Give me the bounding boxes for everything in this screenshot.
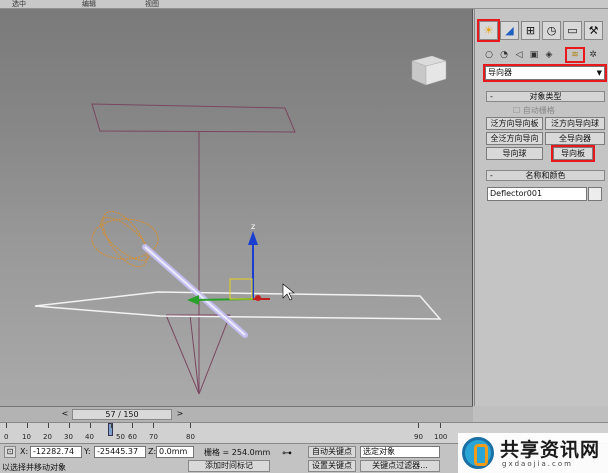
lights-icon[interactable]: ◁ (513, 49, 525, 61)
cameras-icon[interactable]: ▣ (528, 49, 540, 61)
watermark: 共享资讯网 gxdaojia.com (458, 433, 608, 473)
motion-tab-icon[interactable]: ◷ (542, 21, 561, 40)
systems-icon[interactable]: ✲ (587, 49, 599, 61)
category-dropdown-value: 导向器 (488, 68, 512, 77)
space-warps-icon[interactable]: ≋ (565, 47, 585, 63)
ruler-tick: 100 (434, 433, 448, 441)
deflector-plane (34, 291, 442, 320)
create-tab-icon[interactable]: ☀ (477, 19, 500, 42)
planar-omniflector-button[interactable]: 泛方向导向板 (486, 117, 543, 130)
menu-item[interactable]: 选中 (12, 0, 26, 9)
x-label: X: (20, 447, 29, 456)
ruler-tick: 50 (116, 433, 125, 441)
menu-item[interactable]: 视图 (145, 0, 159, 9)
set-key-button[interactable]: 设置关键点 (308, 460, 356, 472)
y-label: Y: (84, 447, 91, 456)
svg-text:z: z (251, 222, 255, 231)
spherical-omniflector-button[interactable]: 泛方向导向球 (545, 117, 605, 130)
x-coordinate-field[interactable]: -12282.74 (30, 446, 82, 458)
uomniflector-button[interactable]: 全泛方向导向 (486, 132, 543, 145)
prev-frame-button[interactable]: < (60, 409, 70, 420)
ruler-tick: 70 (149, 433, 158, 441)
top-menu-strip: 选中 编辑 视图 (0, 0, 608, 9)
next-frame-button[interactable]: > (175, 409, 185, 420)
menu-item[interactable]: 编辑 (82, 0, 96, 9)
collapse-icon: - (490, 92, 493, 101)
rollout-title: 名称和颜色 (525, 171, 566, 180)
gizmo-z-arrow (248, 231, 258, 245)
time-slider[interactable]: 57 / 150 (72, 409, 172, 420)
object-color-swatch[interactable] (588, 187, 602, 201)
ruler-tick: 90 (414, 433, 423, 441)
z-label: Z: (148, 447, 157, 456)
collapse-icon: - (490, 171, 493, 180)
object-category-icons: ○ ◔ ◁ ▣ ◈ ≋ ✲ (483, 47, 607, 63)
rollout-title: 对象类型 (529, 92, 562, 101)
modify-tab-icon[interactable]: ◢ (500, 21, 519, 40)
utilities-tab-icon[interactable]: ⚒ (584, 21, 603, 40)
geometry-icon[interactable]: ○ (483, 49, 495, 61)
name-color-header[interactable]: - 名称和颜色 (486, 170, 605, 181)
name-color-rollout: - 名称和颜色 (486, 170, 605, 181)
emitter-plane (91, 103, 296, 133)
selected-set-dropdown[interactable]: 选定对象 (360, 446, 440, 458)
object-type-header[interactable]: - 对象类型 (486, 91, 605, 102)
gizmo-plane-handle (229, 278, 253, 300)
scene-canvas: z (34, 55, 447, 395)
object-name-field[interactable]: Deflector001 (487, 187, 587, 201)
ruler-tick: 30 (64, 433, 73, 441)
watermark-logo-icon (462, 437, 494, 469)
autogrid-checkbox[interactable]: ☐ 自动栅格 (513, 105, 555, 116)
command-panel-tabs: ☀ ◢ ⊞ ◷ ▭ ⚒ (477, 19, 608, 43)
key-icon[interactable]: ⊶ (282, 448, 292, 459)
watermark-title: 共享资讯网 (500, 439, 601, 461)
gizmo-y-arrow (187, 295, 199, 305)
autogrid-label: 自动栅格 (522, 106, 555, 115)
lock-selection-icon[interactable]: ⊡ (4, 446, 16, 458)
ruler-tick: 10 (22, 433, 31, 441)
category-dropdown[interactable]: 导向器 ▼ (483, 64, 607, 82)
time-slider-bar: < 57 / 150 > (0, 406, 473, 422)
ruler-tick: 20 (43, 433, 52, 441)
udeflector-button[interactable]: 全导向器 (545, 132, 605, 145)
ruler-tick: 80 (186, 433, 195, 441)
selected-set-value: 选定对象 (363, 447, 395, 456)
shapes-icon[interactable]: ◔ (498, 49, 510, 61)
orange-sphere (102, 210, 148, 268)
mouse-cursor (282, 283, 295, 301)
helpers-icon[interactable]: ◈ (543, 49, 555, 61)
display-tab-icon[interactable]: ▭ (563, 21, 582, 40)
object-type-rollout: - 对象类型 (486, 91, 605, 102)
watermark-url: gxdaojia.com (502, 460, 573, 468)
ruler-tick: 0 (4, 433, 9, 441)
ruler-tick: 40 (85, 433, 94, 441)
perspective-viewport[interactable]: z (0, 9, 473, 406)
add-time-tag-button[interactable]: 添加时间标记 (188, 460, 270, 472)
command-panel: ☀ ◢ ⊞ ◷ ▭ ⚒ ○ ◔ ◁ ▣ ◈ ≋ ✲ 导向器 ▼ - 对象类型 ☐… (474, 9, 608, 406)
prompt-line: 以选择并移动对象 (2, 463, 66, 472)
hierarchy-tab-icon[interactable]: ⊞ (521, 21, 540, 40)
y-coordinate-field[interactable]: -25445.37 (94, 446, 146, 458)
cone-line (198, 314, 231, 395)
auto-key-button[interactable]: 自动关键点 (308, 446, 356, 458)
gizmo-center (255, 295, 261, 301)
grid-size-readout: 栅格 = 254.0mm (204, 448, 271, 457)
deflector-button[interactable]: 导向板 (551, 145, 595, 162)
chevron-down-icon: ▼ (596, 69, 602, 77)
sdeflector-button[interactable]: 导向球 (486, 147, 543, 160)
ruler-tick: 60 (128, 433, 137, 441)
key-filters-button[interactable]: 关键点过滤器... (360, 460, 440, 472)
z-coordinate-field[interactable]: 0.0mm (156, 446, 194, 458)
